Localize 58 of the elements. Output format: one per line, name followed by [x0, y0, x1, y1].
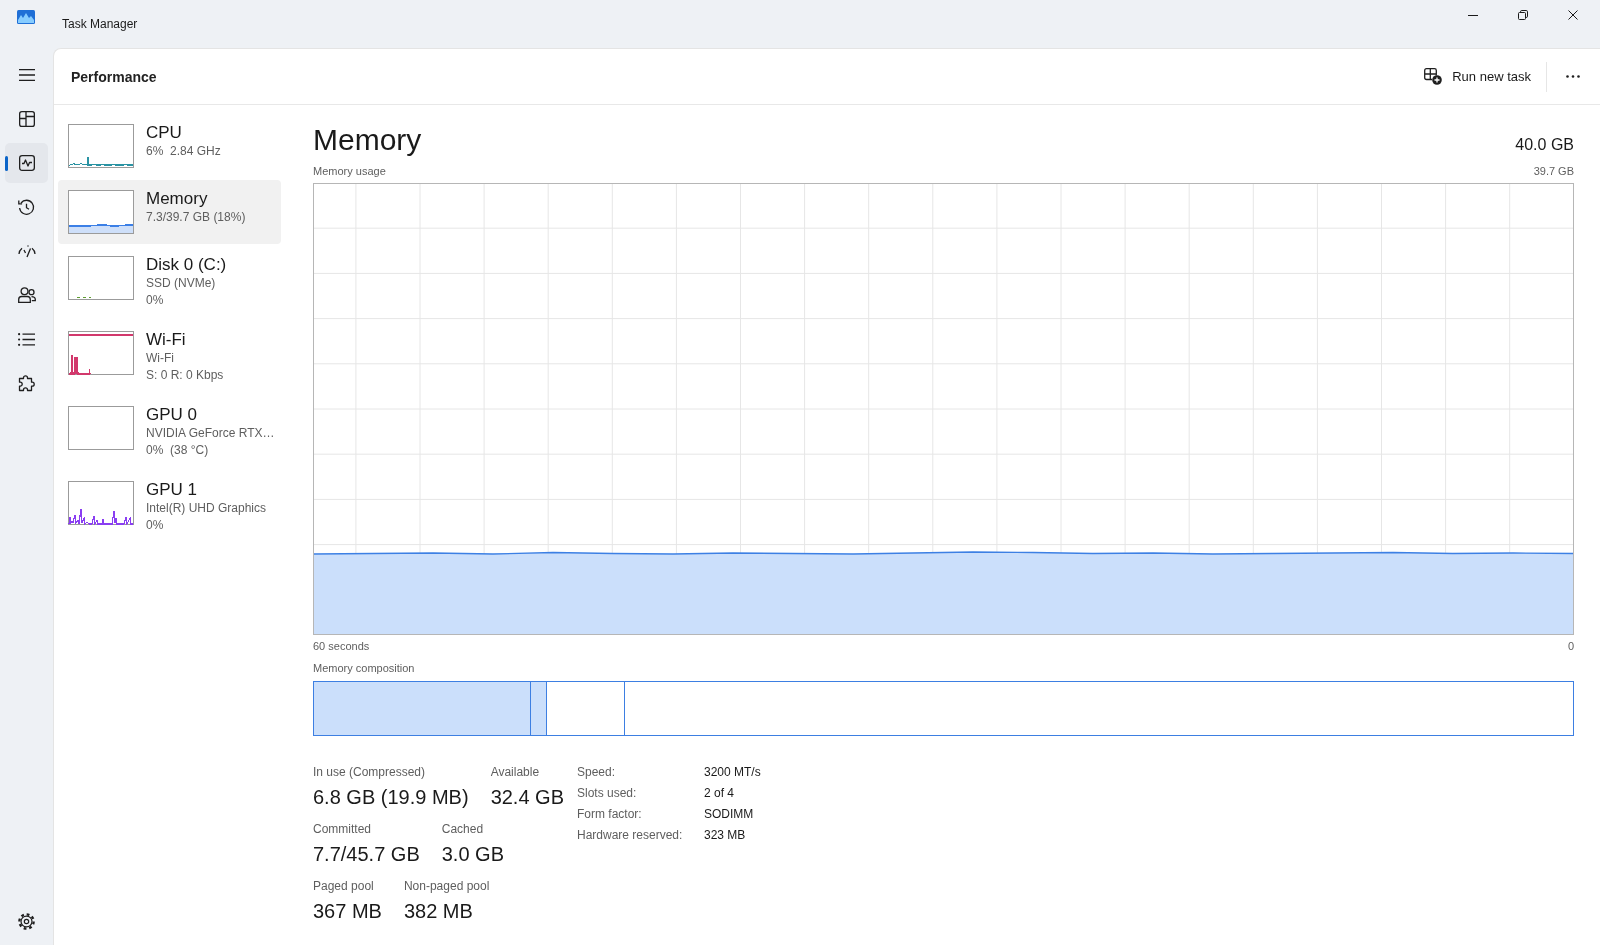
- app-icon: [17, 10, 35, 24]
- device-item[interactable]: GPU 1 Intel(R) UHD Graphics 0%: [58, 471, 281, 544]
- spec-value: 2 of 4: [704, 785, 736, 802]
- device-item[interactable]: Memory 7.3/39.7 GB (18%): [58, 180, 281, 244]
- restore-icon: [1518, 10, 1528, 20]
- spec-label: Speed:: [577, 764, 617, 781]
- graph-label: Memory usage: [313, 164, 386, 178]
- mini-graph-icon: [68, 190, 134, 234]
- spec-label: Slots used:: [577, 785, 638, 802]
- window-title: Task Manager: [62, 16, 138, 32]
- spec-label: Form factor:: [577, 806, 643, 823]
- more-icon: [1566, 75, 1580, 78]
- stat-value: 382 MB: [403, 899, 474, 924]
- stat-value: 3.0 GB: [441, 842, 504, 867]
- nav-button[interactable]: [5, 143, 48, 183]
- spec-value: 3200 MT/s: [704, 764, 761, 781]
- menu-icon: [18, 69, 35, 81]
- time-axis-label: 0: [1567, 639, 1574, 653]
- stat-label: Non-paged pool: [403, 878, 490, 894]
- composition-label: Memory composition: [313, 661, 415, 675]
- list-icon: [18, 332, 35, 346]
- stat-label: In use (Compressed): [313, 764, 427, 780]
- new-task-icon: [1424, 68, 1443, 85]
- settings-icon: [18, 912, 35, 930]
- puzzle-icon: [18, 374, 35, 392]
- panel-title: Memory: [313, 122, 422, 158]
- time-axis-label: 60 seconds: [313, 639, 370, 653]
- mini-graph-icon: [68, 124, 134, 168]
- stat-label: Paged pool: [313, 878, 375, 894]
- stat-value: 7.7/45.7 GB: [313, 842, 420, 867]
- pulse-icon: [18, 155, 35, 171]
- stat-label: Cached: [441, 821, 485, 837]
- device-item[interactable]: Disk 0 (C:) SSD (NVMe) 0%: [58, 246, 281, 319]
- stat-value: 367 MB: [313, 899, 382, 924]
- spec-label: Hardware reserved:: [577, 827, 684, 844]
- device-item[interactable]: Wi-Fi Wi-Fi S: 0 R: 0 Kbps: [58, 321, 281, 394]
- total-memory-text: 40.0 GB: [1515, 135, 1574, 155]
- stat-value: 6.8 GB (19.9 MB): [313, 785, 469, 810]
- panels-icon: [18, 111, 35, 127]
- close-icon: [1568, 10, 1578, 20]
- gauge-icon: [17, 244, 36, 258]
- stat-label: Committed: [313, 821, 372, 837]
- run-new-task-button[interactable]: Run new task: [1414, 58, 1541, 95]
- mini-graph-icon: [68, 406, 134, 450]
- spec-value: 323 MB: [704, 827, 747, 844]
- page-title: Performance: [71, 67, 157, 86]
- spec-value: SODIMM: [704, 806, 755, 823]
- graph-max-label: 39.7 GB: [1533, 164, 1574, 178]
- mini-graph-icon: [68, 481, 134, 525]
- stat-value: 32.4 GB: [490, 785, 564, 810]
- stat-label: Available: [490, 764, 541, 780]
- users-icon: [17, 287, 36, 303]
- device-item[interactable]: GPU 0 NVIDIA GeForce RTX… 0% (38 °C): [58, 396, 281, 469]
- minimize-icon: [1468, 14, 1478, 16]
- history-icon: [18, 198, 35, 216]
- device-item[interactable]: CPU 6% 2.84 GHz: [58, 114, 281, 178]
- mini-graph-icon: [68, 331, 134, 375]
- mini-graph-icon: [68, 256, 134, 300]
